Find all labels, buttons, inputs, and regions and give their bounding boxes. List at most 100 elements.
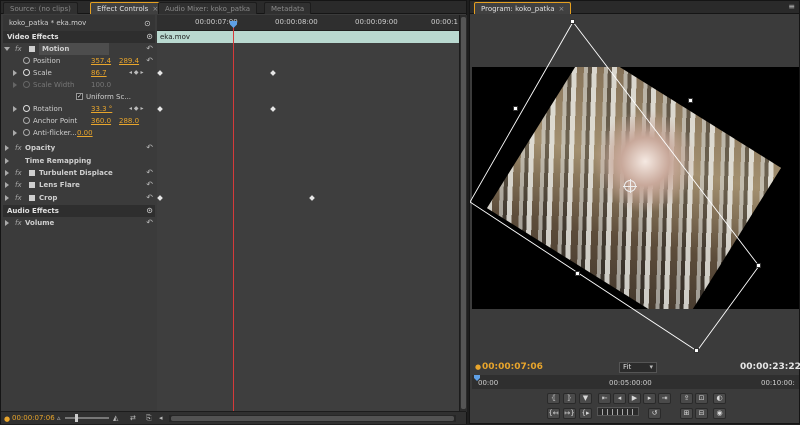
go-to-out-button[interactable]: ⇥ [658, 393, 671, 404]
step-back-button[interactable]: ◂ [613, 393, 626, 404]
reset-icon[interactable]: ↶ [146, 192, 153, 204]
step-forward-button[interactable]: ▸ [643, 393, 656, 404]
reset-icon[interactable]: ↶ [146, 142, 153, 154]
fx-icon[interactable]: fx [15, 142, 22, 154]
horizontal-scrollbar[interactable] [169, 415, 456, 422]
transform-handle[interactable] [694, 348, 699, 353]
position-x-value[interactable]: 357.4 [91, 55, 111, 67]
reset-icon[interactable]: ↶ [146, 167, 153, 179]
expand-arrow-icon[interactable] [5, 145, 9, 151]
go-to-previous-edit-button[interactable]: {↤ [547, 408, 560, 419]
output-button[interactable]: ◐ [713, 393, 726, 404]
loop-button[interactable]: ↺ [648, 408, 661, 419]
go-to-next-edit-button[interactable]: ↦} [563, 408, 576, 419]
keyframe-navigator-icon[interactable]: ◂ ◆ ▸ [129, 103, 143, 115]
stopwatch-icon[interactable] [23, 57, 30, 64]
zoom-in-icon[interactable]: ◭ [113, 414, 118, 422]
fx-icon[interactable]: fx [15, 43, 22, 55]
reset-icon[interactable]: ↶ [146, 217, 153, 229]
stopwatch-icon[interactable] [23, 117, 30, 124]
tab-program[interactable]: Program: koko_patka × [474, 2, 572, 14]
transform-handle[interactable] [688, 98, 693, 103]
reset-icon[interactable]: ↶ [146, 55, 153, 67]
expand-arrow-icon[interactable] [5, 195, 9, 201]
extract-button[interactable]: ⊟ [695, 408, 708, 419]
motion-transform-icon[interactable] [29, 46, 35, 52]
export-frame-button[interactable]: ◉ [713, 408, 726, 419]
keyframe-navigator-icon[interactable]: ◂ ◆ ▸ [129, 67, 143, 79]
tab-metadata[interactable]: Metadata [264, 2, 312, 14]
anti-flicker-value[interactable]: 0.00 [77, 127, 93, 139]
keyframe[interactable] [157, 70, 163, 76]
expand-arrow-icon[interactable] [13, 106, 17, 112]
audio-effects-toggle-icon[interactable]: ⊙ [146, 205, 153, 217]
transform-handle[interactable] [756, 263, 761, 268]
uniform-scale-checkbox[interactable]: ✓ [76, 93, 83, 100]
lift-button[interactable]: ⇪ [680, 393, 693, 404]
export-icon[interactable]: ⎘ [146, 414, 152, 423]
tab-source[interactable]: Source: (no clips) [3, 2, 78, 14]
expand-arrow-icon[interactable] [4, 47, 10, 51]
anchor-x-value[interactable]: 360.0 [91, 115, 111, 127]
effect-mask-icon[interactable] [29, 182, 35, 188]
keyframe[interactable] [270, 70, 276, 76]
transform-handle[interactable] [575, 271, 580, 276]
expand-arrow-icon[interactable] [5, 220, 9, 226]
ec-current-timecode[interactable]: 00:00:07:06 [12, 414, 55, 422]
ec-toggle-icon[interactable]: ⊙ [144, 19, 151, 28]
stopwatch-icon[interactable] [23, 129, 30, 136]
effect-row-turbulent-displace[interactable]: fx Turbulent Displace ↶ [3, 167, 155, 179]
reset-icon[interactable]: ↶ [146, 179, 153, 191]
fit-dropdown[interactable]: Fit ▾ [619, 362, 657, 373]
play-in-to-out-button[interactable]: {▸ [579, 408, 592, 419]
expand-arrow-icon[interactable] [13, 70, 17, 76]
program-viewer[interactable] [472, 67, 799, 309]
reset-icon[interactable]: ↶ [146, 43, 153, 55]
fx-icon[interactable]: fx [15, 217, 22, 229]
zoom-slider-knob[interactable] [75, 414, 78, 422]
effect-row-volume[interactable]: fx Volume ↶ [3, 217, 155, 229]
tab-effect-controls[interactable]: Effect Controls × [90, 2, 166, 14]
position-y-value[interactable]: 289.4 [119, 55, 139, 67]
effect-row-time-remapping[interactable]: Time Remapping [3, 155, 155, 167]
expand-arrow-icon[interactable] [5, 170, 9, 176]
effect-row-opacity[interactable]: fx Opacity ↶ [3, 142, 155, 154]
keyframe[interactable] [270, 106, 276, 112]
safe-margins-button[interactable]: ⊡ [695, 393, 708, 404]
overlay-button[interactable]: ⊞ [680, 408, 693, 419]
effect-row-motion[interactable]: fx Motion ↶ [3, 43, 155, 55]
effect-row-lens-flare[interactable]: fx Lens Flare ↶ [3, 179, 155, 191]
expand-arrow-icon[interactable] [5, 182, 9, 188]
fx-icon[interactable]: fx [15, 192, 22, 204]
effect-row-crop[interactable]: fx Crop ↶ [3, 192, 155, 204]
keyframe[interactable] [157, 195, 163, 201]
expand-arrow-icon[interactable] [5, 158, 9, 164]
loop-icon[interactable]: ⇄ [130, 414, 136, 422]
scale-value[interactable]: 86.7 [91, 67, 107, 79]
keyframe[interactable] [157, 106, 163, 112]
anchor-crosshair-icon[interactable] [623, 179, 637, 193]
hscroll-thumb[interactable] [171, 416, 454, 421]
stopwatch-icon[interactable] [23, 81, 30, 88]
panel-menu-icon[interactable]: ≡ [788, 2, 795, 11]
transform-handle[interactable] [513, 106, 518, 111]
ec-timeline-area[interactable]: eka.mov [157, 31, 459, 411]
close-icon[interactable]: × [559, 5, 565, 13]
scroll-thumb[interactable] [461, 17, 466, 409]
jog-shuttle[interactable] [597, 407, 639, 416]
expand-arrow-icon[interactable] [13, 130, 17, 136]
expand-arrow-icon[interactable] [13, 82, 17, 88]
effect-mask-icon[interactable] [29, 170, 35, 176]
anchor-y-value[interactable]: 288.0 [119, 115, 139, 127]
set-marker-button[interactable]: ▼ [579, 393, 592, 404]
fx-icon[interactable]: fx [15, 179, 22, 191]
effect-mask-icon[interactable] [29, 195, 35, 201]
tab-audio-mixer[interactable]: Audio Mixer: koko_patka [158, 2, 258, 14]
zoom-out-icon[interactable]: ▵ [57, 414, 61, 422]
transform-handle[interactable] [570, 19, 575, 24]
program-current-timecode[interactable]: 00:00:07:06 [482, 362, 543, 372]
go-to-in-button[interactable]: ⇤ [598, 393, 611, 404]
stopwatch-icon[interactable] [23, 105, 30, 112]
play-button[interactable]: ▶ [628, 393, 641, 404]
zoom-slider[interactable] [65, 414, 109, 422]
